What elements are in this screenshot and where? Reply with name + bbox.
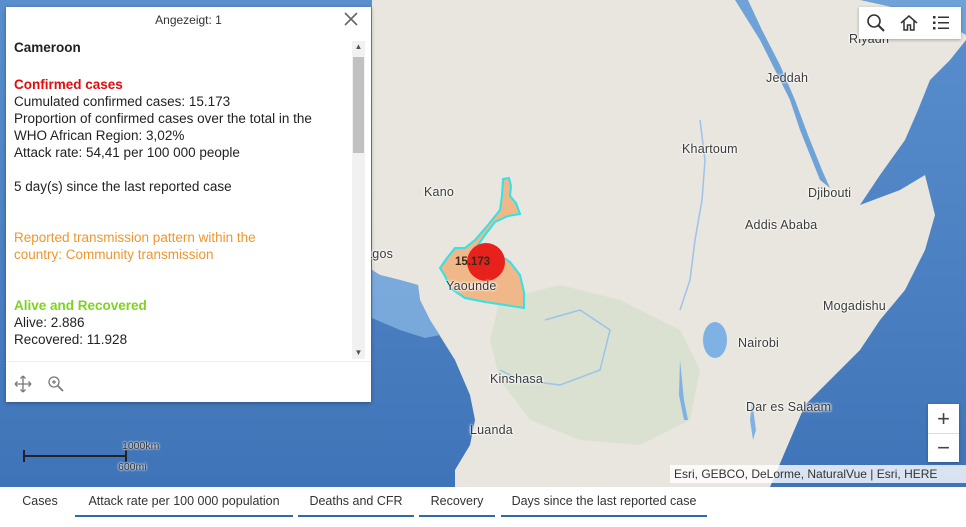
- proportion-line2: WHO African Region: 3,02%: [14, 128, 185, 143]
- search-icon[interactable]: [866, 13, 886, 33]
- scroll-thumb[interactable]: [353, 57, 364, 153]
- confirmed-heading: Confirmed cases: [14, 77, 123, 92]
- scale-bar: 1000km 600mi: [20, 438, 180, 478]
- tab-deaths-cfr[interactable]: Deaths and CFR: [298, 487, 414, 517]
- place-addis-ababa: Addis Ababa: [745, 218, 818, 232]
- popup-feature-count: Angezeigt: 1: [155, 13, 222, 27]
- place-nairobi: Nairobi: [738, 336, 779, 350]
- place-luanda: Luanda: [470, 423, 513, 437]
- scroll-down-icon[interactable]: ▼: [352, 347, 365, 359]
- zoom-control: + −: [928, 404, 959, 462]
- place-kinshasa: Kinshasa: [490, 372, 544, 386]
- days-since-last-case: 5 day(s) since the last reported case: [14, 179, 232, 194]
- map-toolbar: [859, 7, 961, 39]
- place-djibouti: Djibouti: [808, 186, 852, 200]
- transmission-line2: country: Community transmission: [14, 247, 214, 262]
- proportion-line1: Proportion of confirmed cases over the t…: [14, 111, 312, 126]
- transmission-line1: Reported transmission pattern within the: [14, 230, 256, 245]
- tab-cases[interactable]: Cases: [8, 487, 72, 515]
- scale-mi-label: 600mi: [118, 461, 147, 473]
- place-mogadishu: Mogadishu: [823, 299, 886, 313]
- tab-days-since[interactable]: Days since the last reported case: [501, 487, 707, 517]
- tab-recovery[interactable]: Recovery: [419, 487, 495, 517]
- cumulated-cases: Cumulated confirmed cases: 15.173: [14, 94, 231, 109]
- alive-heading: Alive and Recovered: [14, 298, 147, 313]
- zoom-out-button[interactable]: −: [928, 433, 959, 462]
- attack-rate: Attack rate: 54,41 per 100 000 people: [14, 145, 240, 160]
- popup-country-title: Cameroon: [14, 40, 81, 55]
- place-kano: Kano: [424, 185, 454, 199]
- tab-attack-rate[interactable]: Attack rate per 100 000 population: [75, 487, 293, 517]
- info-popup: Angezeigt: 1 Cameroon Confirmed cases Cu…: [6, 7, 371, 402]
- popup-body[interactable]: Cameroon Confirmed cases Cumulated confi…: [6, 37, 371, 359]
- place-dar-es-salaam: Dar es Salaam: [746, 400, 832, 414]
- home-icon[interactable]: [899, 13, 919, 33]
- lake-victoria: [703, 322, 727, 358]
- legend-list-icon[interactable]: [931, 13, 951, 33]
- attribution: Esri, GEBCO, DeLorme, NaturalVue | Esri,…: [670, 465, 966, 483]
- popup-footer: [6, 361, 371, 403]
- alive-count: Alive: 2.886: [14, 315, 85, 330]
- popup-header: Angezeigt: 1: [6, 7, 371, 33]
- place-jeddah: Jeddah: [766, 71, 809, 85]
- case-marker-label: 15.173: [455, 256, 491, 268]
- close-icon[interactable]: [343, 10, 359, 26]
- place-khartoum: Khartoum: [682, 142, 738, 156]
- scroll-up-icon[interactable]: ▲: [352, 41, 365, 53]
- popup-scrollbar[interactable]: ▲ ▼: [352, 41, 365, 359]
- place-yaounde: Yaounde: [446, 279, 497, 293]
- scale-km-label: 1000km: [122, 440, 160, 452]
- tab-bar: Cases Attack rate per 100 000 population…: [0, 487, 966, 527]
- zoom-to-icon[interactable]: [47, 375, 65, 393]
- zoom-in-button[interactable]: +: [928, 404, 959, 434]
- pan-icon[interactable]: [14, 375, 32, 393]
- recovered-count: Recovered: 11.928: [14, 332, 128, 347]
